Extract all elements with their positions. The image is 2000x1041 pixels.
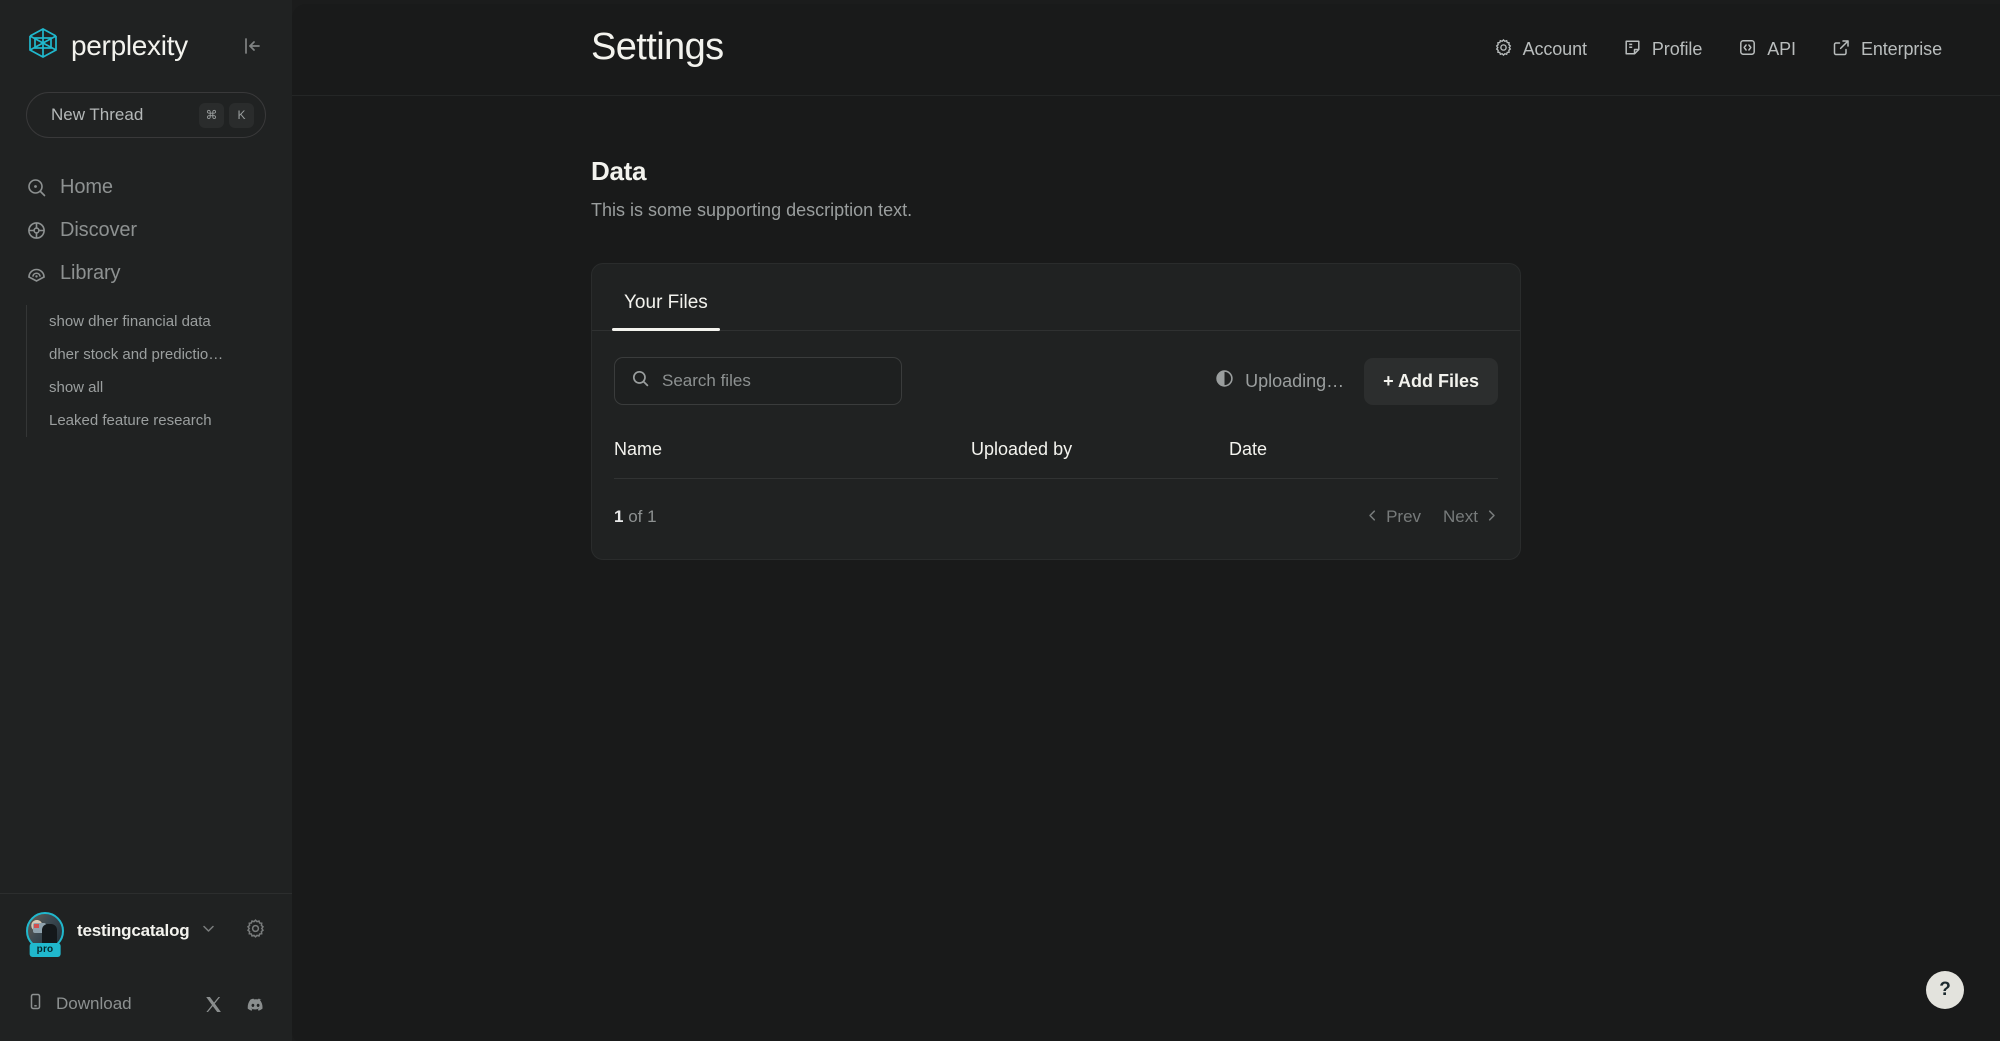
page-title: Settings <box>591 26 724 68</box>
chevron-down-icon[interactable] <box>200 920 217 942</box>
settings-tabs-nav: Account Profile API Enterprise <box>1494 38 1942 62</box>
column-header-date: Date <box>1229 439 1268 459</box>
upload-status: Uploading… <box>1215 369 1344 393</box>
column-header-uploaded-by: Uploaded by <box>971 439 1073 459</box>
x-twitter-icon[interactable] <box>204 995 223 1014</box>
uploading-spinner-icon <box>1215 369 1234 393</box>
sidebar-item-home[interactable]: Home <box>0 166 292 209</box>
tab-api[interactable]: API <box>1738 38 1796 62</box>
next-page-label: Next <box>1443 507 1478 526</box>
sidebar-item-label: Library <box>60 262 121 284</box>
tab-profile[interactable]: Profile <box>1623 38 1702 62</box>
pagination-of: of 1 <box>623 507 657 526</box>
sidebar-item-label: Discover <box>60 219 137 241</box>
brand-name: perplexity <box>71 29 188 61</box>
external-link-icon <box>1832 38 1851 62</box>
add-files-button[interactable]: + Add Files <box>1364 357 1498 405</box>
card-body: Uploading… + Add Files Name Uploaded by … <box>592 331 1520 559</box>
table-header-row: Name Uploaded by Date <box>614 439 1498 479</box>
pro-badge: pro <box>29 942 61 957</box>
tab-account[interactable]: Account <box>1494 38 1587 62</box>
discord-icon[interactable] <box>245 994 266 1015</box>
home-search-icon <box>26 177 47 198</box>
chevron-right-icon <box>1485 507 1498 527</box>
search-icon <box>631 369 650 393</box>
new-thread-shortcut: ⌘ K <box>199 102 254 128</box>
sidebar-nav: Home Discover Library <box>0 166 292 295</box>
pagination: 1 of 1 Prev Next <box>614 479 1498 559</box>
files-card: Your Files Search files Uploading… + Add… <box>591 263 1521 560</box>
code-brackets-icon <box>1738 38 1757 62</box>
pagination-count: 1 of 1 <box>614 507 657 527</box>
list-item[interactable]: show all <box>49 371 249 404</box>
tab-label: Your Files <box>624 292 708 313</box>
next-page-button[interactable]: Next <box>1443 507 1498 527</box>
sidebar-item-discover[interactable]: Discover <box>0 209 292 252</box>
social-links <box>204 994 266 1015</box>
sidebar-footer: Download <box>0 967 292 1041</box>
avatar: pro <box>26 911 64 957</box>
discover-globe-icon <box>26 220 47 241</box>
shortcut-key-k: K <box>229 102 254 128</box>
gear-icon <box>1494 38 1513 62</box>
note-icon <box>1623 38 1642 62</box>
tab-enterprise[interactable]: Enterprise <box>1832 38 1942 62</box>
tab-your-files[interactable]: Your Files <box>612 264 720 331</box>
gear-icon[interactable] <box>245 918 266 944</box>
card-tabs: Your Files <box>592 264 1520 331</box>
user-account-row[interactable]: pro testingcatalog <box>0 893 292 967</box>
sidebar-item-library[interactable]: Library <box>0 252 292 295</box>
chevron-left-icon <box>1366 507 1379 527</box>
top-bar: Settings Account Profile API Enterprise <box>292 4 2000 96</box>
files-table: Name Uploaded by Date <box>614 439 1498 479</box>
download-link[interactable]: Download <box>26 992 132 1016</box>
app-root: perplexity New Thread ⌘ K Home Discover … <box>0 0 2000 1041</box>
pagination-controls: Prev Next <box>1366 507 1498 527</box>
new-thread-button[interactable]: New Thread ⌘ K <box>26 92 266 138</box>
tab-label: Enterprise <box>1860 39 1942 59</box>
upload-status-label: Uploading… <box>1245 370 1345 391</box>
settings-content: Data This is some supporting description… <box>292 96 2000 560</box>
help-button[interactable]: ? <box>1926 971 1964 1009</box>
new-thread-label: New Thread <box>51 105 144 124</box>
section-description: This is some supporting description text… <box>591 200 913 220</box>
list-item[interactable]: dher stock and predictio… <box>49 338 249 371</box>
username-label: testingcatalog <box>77 920 190 940</box>
library-icon <box>26 263 47 284</box>
collapse-sidebar-icon[interactable] <box>238 32 266 60</box>
search-box[interactable] <box>614 357 902 405</box>
sidebar-item-label: Home <box>60 176 113 198</box>
files-toolbar: Uploading… + Add Files <box>614 357 1498 405</box>
tab-label: API <box>1767 39 1796 59</box>
download-label: Download <box>56 994 132 1013</box>
list-item[interactable]: show dher financial data <box>49 305 249 338</box>
tab-label: Account <box>1522 39 1587 59</box>
prev-page-button[interactable]: Prev <box>1366 507 1421 527</box>
shortcut-key-cmd: ⌘ <box>199 102 224 128</box>
section-title: Data <box>591 156 647 186</box>
list-item[interactable]: Leaked feature research <box>49 404 249 437</box>
perplexity-logo-icon <box>26 26 60 65</box>
search-input[interactable] <box>662 371 885 391</box>
sidebar: perplexity New Thread ⌘ K Home Discover … <box>0 0 292 1041</box>
mobile-phone-icon <box>26 992 45 1016</box>
sidebar-header: perplexity <box>0 0 292 65</box>
toolbar-actions: Uploading… + Add Files <box>1215 357 1498 405</box>
column-header-name: Name <box>614 439 663 459</box>
tab-label: Profile <box>1651 39 1703 59</box>
main-panel: Settings Account Profile API Enterprise … <box>292 4 2000 1041</box>
brand[interactable]: perplexity <box>26 26 188 65</box>
thread-list: show dher financial data dher stock and … <box>26 305 292 437</box>
prev-page-label: Prev <box>1386 507 1422 526</box>
